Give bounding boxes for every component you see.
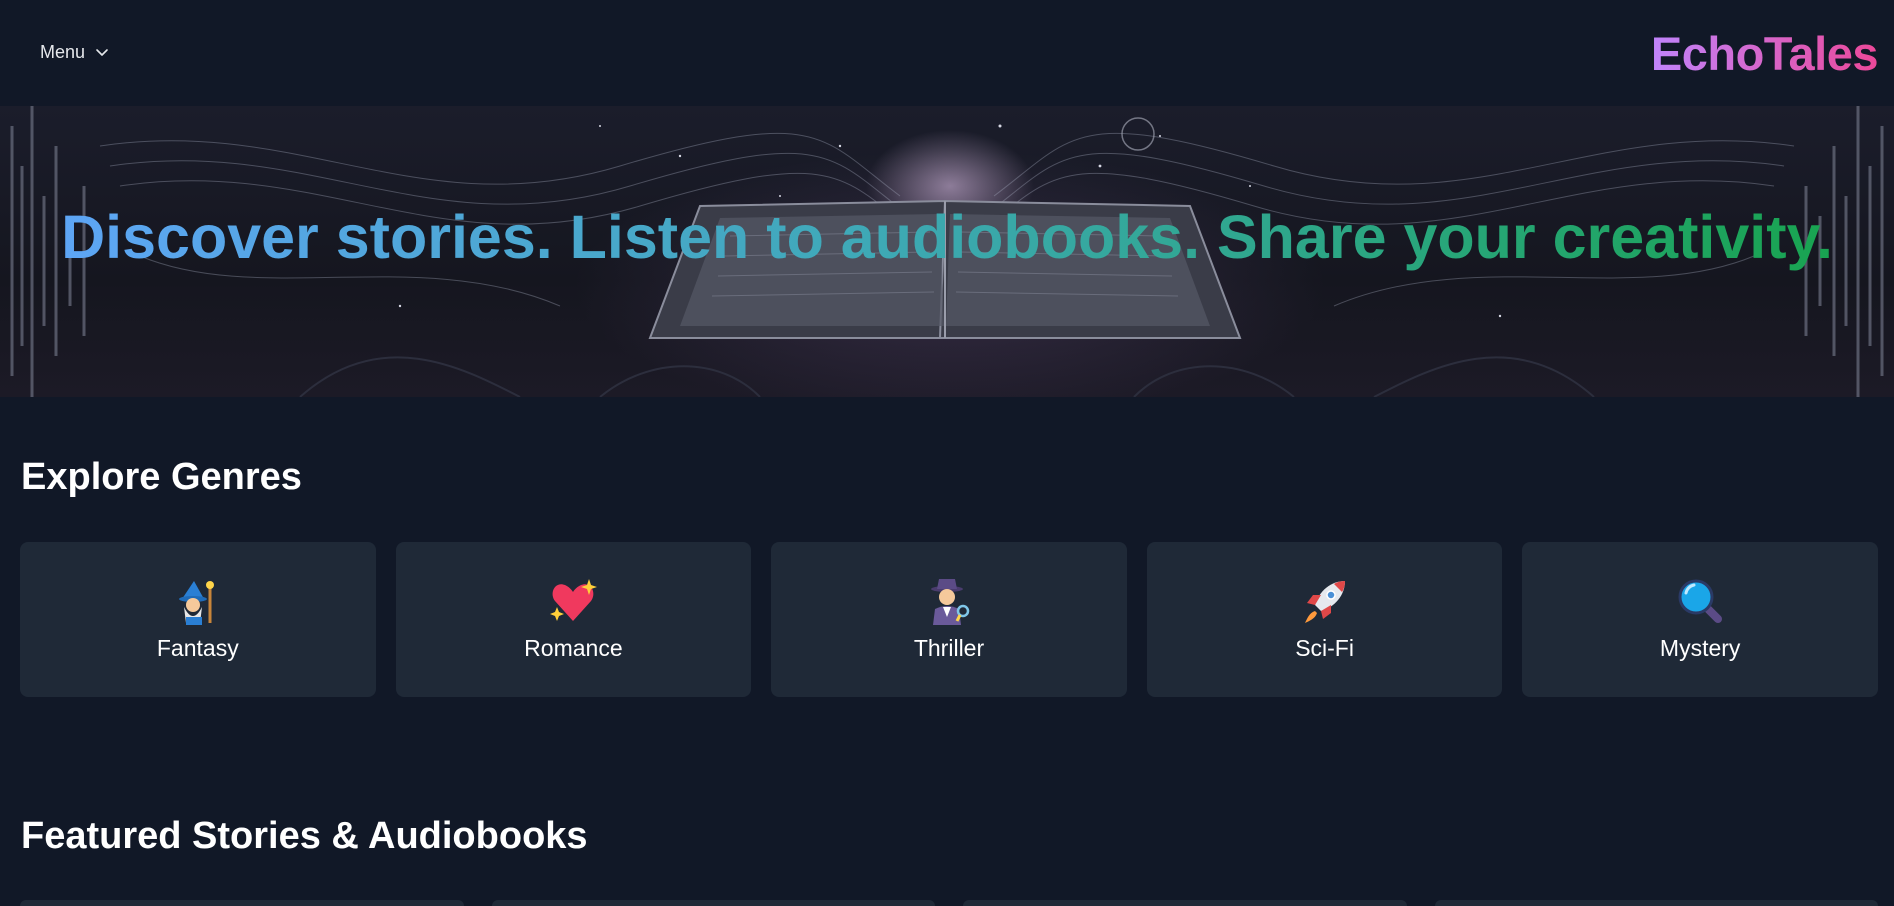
genre-label: Fantasy [156, 635, 239, 661]
magnifying-glass-icon [1678, 579, 1723, 623]
genre-card-romance[interactable]: Romance [395, 542, 752, 697]
rocket-icon [1304, 581, 1345, 623]
top-bar: Menu EchoTales [0, 0, 1894, 106]
featured-card[interactable] [1434, 900, 1878, 906]
genre-label: Mystery [1659, 635, 1741, 661]
genre-label: Romance [524, 635, 623, 661]
featured-cards-row [20, 900, 1878, 906]
detective-icon [930, 579, 970, 625]
featured-card[interactable] [963, 900, 1407, 906]
genre-grid: Fantasy Romance Thriller Sci-Fi Mystery [20, 542, 1878, 697]
explore-genres-heading: Explore Genres [21, 456, 302, 498]
site-logo[interactable]: EchoTales [1651, 26, 1879, 81]
genre-label: Sci-Fi [1295, 635, 1354, 661]
genre-label: Thriller [913, 635, 985, 661]
genre-card-thriller[interactable]: Thriller [771, 542, 1127, 697]
menu-label: Menu [40, 41, 86, 62]
genre-card-mystery[interactable]: Mystery [1522, 542, 1878, 697]
genre-card-fantasy[interactable]: Fantasy [20, 542, 376, 697]
featured-card[interactable] [491, 900, 935, 906]
hero-banner: Discover stories. Listen to audiobooks. … [0, 106, 1894, 397]
sparkling-heart-icon [550, 579, 598, 621]
wizard-icon [178, 581, 214, 625]
featured-card[interactable] [20, 900, 464, 906]
hero-headline: Discover stories. Listen to audiobooks. … [0, 202, 1894, 272]
featured-heading: Featured Stories & Audiobooks [21, 815, 588, 857]
genre-card-sci-fi[interactable]: Sci-Fi [1146, 542, 1503, 697]
menu-button[interactable]: Menu [40, 38, 109, 66]
chevron-down-icon [96, 49, 108, 56]
